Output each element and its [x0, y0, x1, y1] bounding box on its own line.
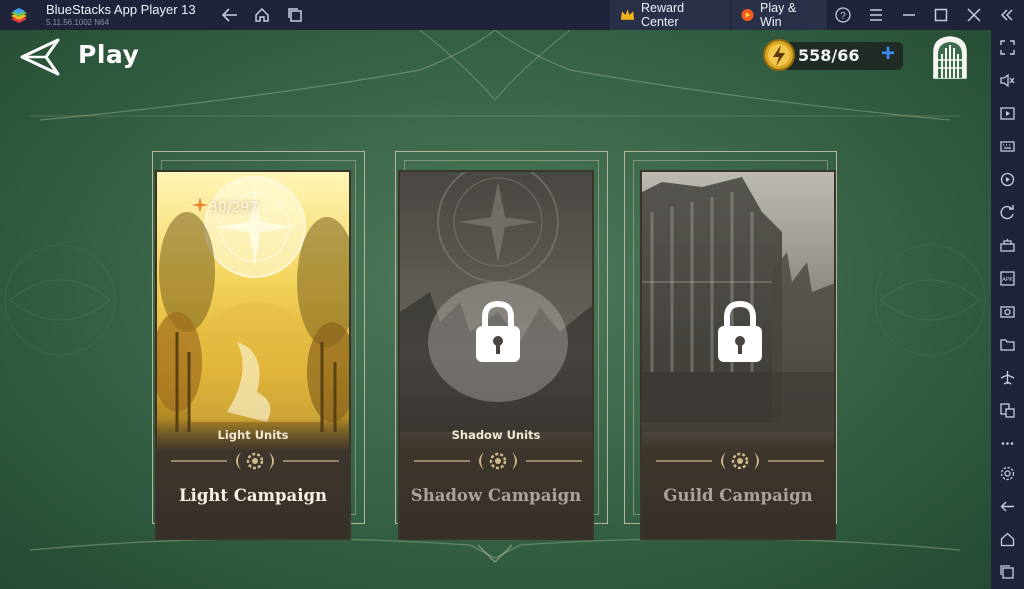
app-version: 5.11.56.1002 N64 [46, 18, 110, 27]
campaign-progress: 30/297 [209, 200, 259, 216]
play-win-icon [741, 8, 754, 22]
collapse-icon[interactable] [997, 5, 1017, 25]
back-icon[interactable] [997, 496, 1018, 517]
folder-icon[interactable] [997, 334, 1018, 355]
units-label: Shadow Units [451, 428, 541, 442]
campaign-title: Shadow Campaign [410, 486, 582, 505]
reward-center-label: Reward Center [641, 1, 685, 29]
app-title: BlueStacks App Player 13 [46, 2, 196, 17]
play-win-button[interactable]: Play & Win [731, 0, 827, 30]
svg-text:?: ? [840, 11, 846, 22]
energy-amount: 558/66 [798, 46, 860, 65]
game-screen: Play 558/66 + 30/297 Light Units Light C… [0, 30, 991, 589]
close-icon[interactable] [964, 5, 984, 25]
apk-icon[interactable]: APK [997, 268, 1018, 289]
menu-icon[interactable] [866, 5, 886, 25]
lock-icon [476, 300, 520, 362]
volume-icon[interactable] [997, 70, 1018, 91]
shadow-campaign-card[interactable]: Shadow Units Shadow Campaign [398, 170, 594, 540]
title-bar: BlueStacks App Player 13 5.11.56.1002 N6… [0, 0, 1024, 30]
sun-moon-ornament-icon [171, 452, 339, 470]
sun-moon-ornament-icon [414, 452, 582, 470]
campaign-title: Light Campaign [178, 486, 328, 505]
fullscreen-icon[interactable] [997, 37, 1018, 58]
media-icon[interactable] [997, 103, 1018, 124]
reward-center-button[interactable]: Reward Center [610, 0, 730, 30]
add-energy-button[interactable]: + [877, 42, 899, 66]
refresh-icon[interactable] [997, 202, 1018, 223]
page-title: Play [78, 40, 140, 69]
home-icon[interactable] [997, 529, 1018, 550]
back-arrow-button[interactable] [18, 36, 64, 78]
sun-moon-ornament-icon [656, 452, 824, 470]
more-icon[interactable] [997, 433, 1018, 454]
energy-currency: 558/66 + [763, 39, 903, 71]
guild-campaign-card[interactable]: Guild Campaign [640, 170, 836, 540]
back-arrow-icon[interactable] [220, 5, 240, 25]
campaign-title: Guild Campaign [663, 486, 813, 505]
play-win-label: Play & Win [760, 1, 797, 29]
lock-icon [718, 300, 762, 362]
card-footer [642, 418, 834, 538]
svg-text:APK: APK [1002, 277, 1013, 283]
progress-star-icon [190, 195, 210, 215]
gate-icon[interactable] [930, 34, 970, 80]
lightning-coin-icon [763, 39, 795, 71]
recents-icon[interactable] [997, 562, 1018, 583]
light-campaign-card[interactable]: 30/297 Light Units Light Campaign [155, 170, 351, 540]
minimize-icon[interactable] [899, 5, 919, 25]
crown-icon [620, 9, 635, 20]
help-icon[interactable]: ? [833, 5, 853, 25]
bluestacks-sidebar: APK [991, 30, 1024, 589]
airplane-icon[interactable] [997, 367, 1018, 388]
keyboard-icon[interactable] [997, 136, 1018, 157]
bluestacks-logo-icon [11, 8, 27, 23]
home-icon[interactable] [252, 5, 272, 25]
multi-window-icon[interactable] [997, 400, 1018, 421]
units-label: Light Units [217, 428, 289, 442]
multi-instance-icon[interactable] [285, 5, 305, 25]
rotate-icon[interactable] [997, 169, 1018, 190]
settings-icon[interactable] [997, 463, 1018, 484]
maximize-icon[interactable] [931, 5, 951, 25]
macro-icon[interactable] [997, 235, 1018, 256]
screenshot-icon[interactable] [997, 301, 1018, 322]
